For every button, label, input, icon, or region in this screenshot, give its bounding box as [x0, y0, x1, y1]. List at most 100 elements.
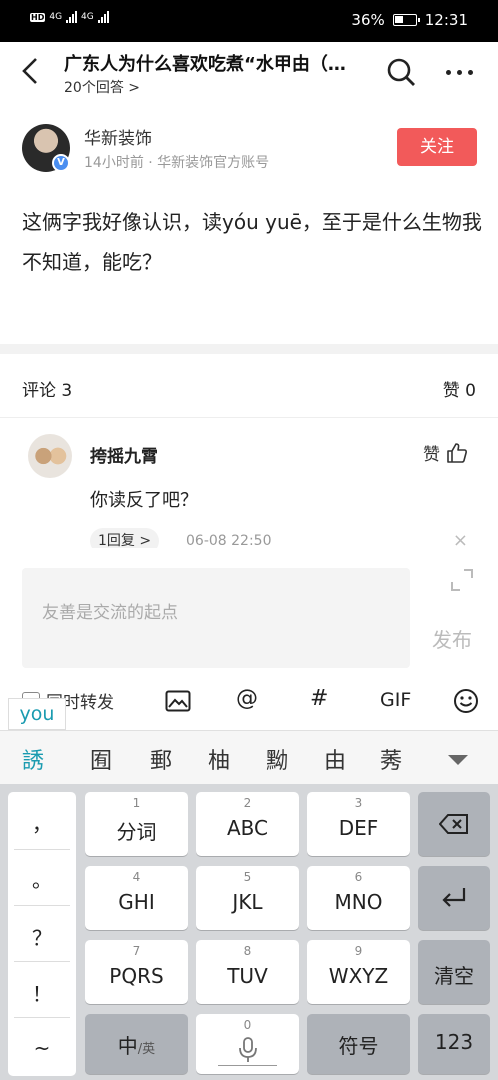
gif-button[interactable]: GIF	[380, 689, 411, 711]
space-bar-line	[218, 1064, 277, 1066]
commenter-avatar[interactable]	[28, 434, 72, 478]
image-icon[interactable]	[165, 690, 191, 712]
question-title[interactable]: 广东人为什么喜欢吃煮“水甲由（…	[64, 50, 369, 76]
punct-exclaim-key[interactable]: ！	[8, 978, 76, 1007]
search-icon[interactable]	[386, 57, 416, 87]
candidate-4[interactable]: 柚	[208, 743, 230, 775]
key-number: 4	[132, 870, 141, 884]
status-right: 36% 12:31	[351, 11, 468, 29]
key-number: 0	[243, 1018, 252, 1032]
divider	[14, 1017, 70, 1018]
back-arrow-icon[interactable]	[18, 56, 42, 86]
nav-bar: 广东人为什么喜欢吃煮“水甲由（… 20个回答 >	[0, 42, 498, 102]
key-number: 5	[243, 870, 252, 884]
key-number: 3	[354, 796, 363, 810]
punct-period-key[interactable]: 。	[8, 864, 76, 893]
key-label: PQRS	[109, 964, 164, 988]
ime-candidate-bar: 誘 囿 郵 柚 黝 由 莠	[0, 730, 498, 784]
language-switch-key[interactable]: 中/英	[85, 1014, 188, 1074]
emoji-icon[interactable]	[453, 688, 479, 714]
candidate-7[interactable]: 莠	[380, 743, 402, 775]
answer-count-link[interactable]: 20个回答 >	[64, 77, 140, 97]
backspace-key[interactable]	[418, 792, 490, 856]
comment-count[interactable]: 评论 3	[22, 376, 72, 401]
key-3-def[interactable]: 3 DEF	[307, 792, 410, 856]
publish-button[interactable]: 发布	[432, 624, 472, 653]
key-label: ABC	[226, 816, 268, 840]
key-number: 9	[354, 944, 363, 958]
chevron-down-icon[interactable]	[448, 755, 468, 765]
hashtag-icon[interactable]: #	[310, 686, 328, 711]
hd-indicator: HD	[30, 12, 46, 22]
key-6-mno[interactable]: 6 MNO	[307, 866, 410, 930]
comment-time: 06-08 22:50	[186, 533, 272, 549]
key-label: 分词	[116, 820, 157, 844]
number-key[interactable]: 123	[418, 1014, 490, 1074]
candidate-2[interactable]: 囿	[90, 743, 112, 775]
enter-icon	[442, 888, 466, 907]
key-7-pqrs[interactable]: 7 PQRS	[85, 940, 188, 1004]
key-label: 中/英	[85, 1030, 188, 1059]
candidate-1[interactable]: 誘	[22, 743, 44, 775]
key-label: 清空	[434, 964, 474, 988]
comment-input[interactable]: 友善是交流的起点	[22, 568, 410, 668]
author-name[interactable]: 华新装饰	[84, 124, 152, 149]
enter-key[interactable]	[418, 866, 490, 930]
battery-icon	[392, 14, 420, 26]
comment-item: 挎摇九霄 赞 你读反了吧？ 1回复 > 06-08 22:50 ×	[0, 420, 498, 554]
key-9-wxyz[interactable]: 9 WXYZ	[307, 940, 410, 1004]
punct-question-key[interactable]: ？	[8, 922, 76, 951]
network-label-1: 4G	[49, 12, 63, 22]
key-label: TUV	[227, 964, 268, 988]
comment-like-button[interactable]: 赞	[423, 440, 468, 465]
key-8-tuv[interactable]: 8 TUV	[196, 940, 299, 1004]
comment-composer: 友善是交流的起点 发布 同时转发 @ # GIF	[0, 548, 498, 728]
thumbs-up-icon	[447, 442, 467, 463]
microphone-icon	[239, 1037, 257, 1062]
follow-button[interactable]: 关注	[397, 128, 477, 166]
commenter-name[interactable]: 挎摇九霄	[90, 442, 158, 467]
mention-icon[interactable]: @	[236, 686, 258, 711]
signal-icon	[66, 11, 78, 23]
candidate-5[interactable]: 黝	[266, 743, 288, 775]
more-icon[interactable]	[446, 70, 476, 76]
key-5-jkl[interactable]: 5 JKL	[196, 866, 299, 930]
keyboard: ， 。 ？ ！ ~ 1 分词 2 ABC 3 DEF 4 GHI 5 JKL 6…	[0, 784, 498, 1080]
verified-icon: V	[52, 154, 70, 172]
expand-icon[interactable]	[450, 568, 474, 592]
key-number: 2	[243, 796, 252, 810]
key-label: DEF	[338, 816, 379, 840]
like-count[interactable]: 赞 0	[443, 376, 476, 401]
signal-area: HD 4G 4G	[30, 11, 109, 23]
key-number: 7	[132, 944, 141, 958]
symbol-key[interactable]: 符号	[307, 1014, 410, 1074]
divider	[14, 905, 70, 906]
comment-stats-bar: 评论 3 赞 0	[0, 354, 498, 418]
punct-tilde-key[interactable]: ~	[8, 1036, 76, 1060]
answer-text: 这俩字我好像认识，读yóu yuē，至于是什么生物我不知道，能吃？	[22, 210, 482, 274]
key-label: WXYZ	[328, 964, 389, 988]
space-key[interactable]: 0	[196, 1014, 299, 1074]
lang-sub-label: /英	[137, 1042, 156, 1057]
key-4-ghi[interactable]: 4 GHI	[85, 866, 188, 930]
key-label: GHI	[118, 890, 155, 914]
key-number: 1	[132, 796, 141, 810]
comment-input-placeholder: 友善是交流的起点	[42, 603, 178, 623]
key-2-abc[interactable]: 2 ABC	[196, 792, 299, 856]
clear-key[interactable]: 清空	[418, 940, 490, 1004]
divider	[14, 961, 70, 962]
ime-composing-text: you	[8, 698, 66, 730]
punctuation-column: ， 。 ？ ！ ~	[8, 792, 76, 1076]
candidate-6[interactable]: 由	[324, 743, 346, 775]
clock: 12:31	[424, 11, 468, 29]
status-bar: HD 4G 4G 36% 12:31	[0, 0, 498, 42]
key-label: 符号	[338, 1034, 379, 1058]
author-meta: 14小时前 · 华新装饰官方账号	[84, 155, 270, 171]
punct-comma-key[interactable]: ，	[8, 808, 76, 837]
key-label: MNO	[334, 890, 383, 914]
divider	[14, 849, 70, 850]
candidate-3[interactable]: 郵	[150, 743, 172, 775]
key-number: 8	[243, 944, 252, 958]
key-1-segment[interactable]: 1 分词	[85, 792, 188, 856]
comment-like-label: 赞	[423, 445, 440, 465]
